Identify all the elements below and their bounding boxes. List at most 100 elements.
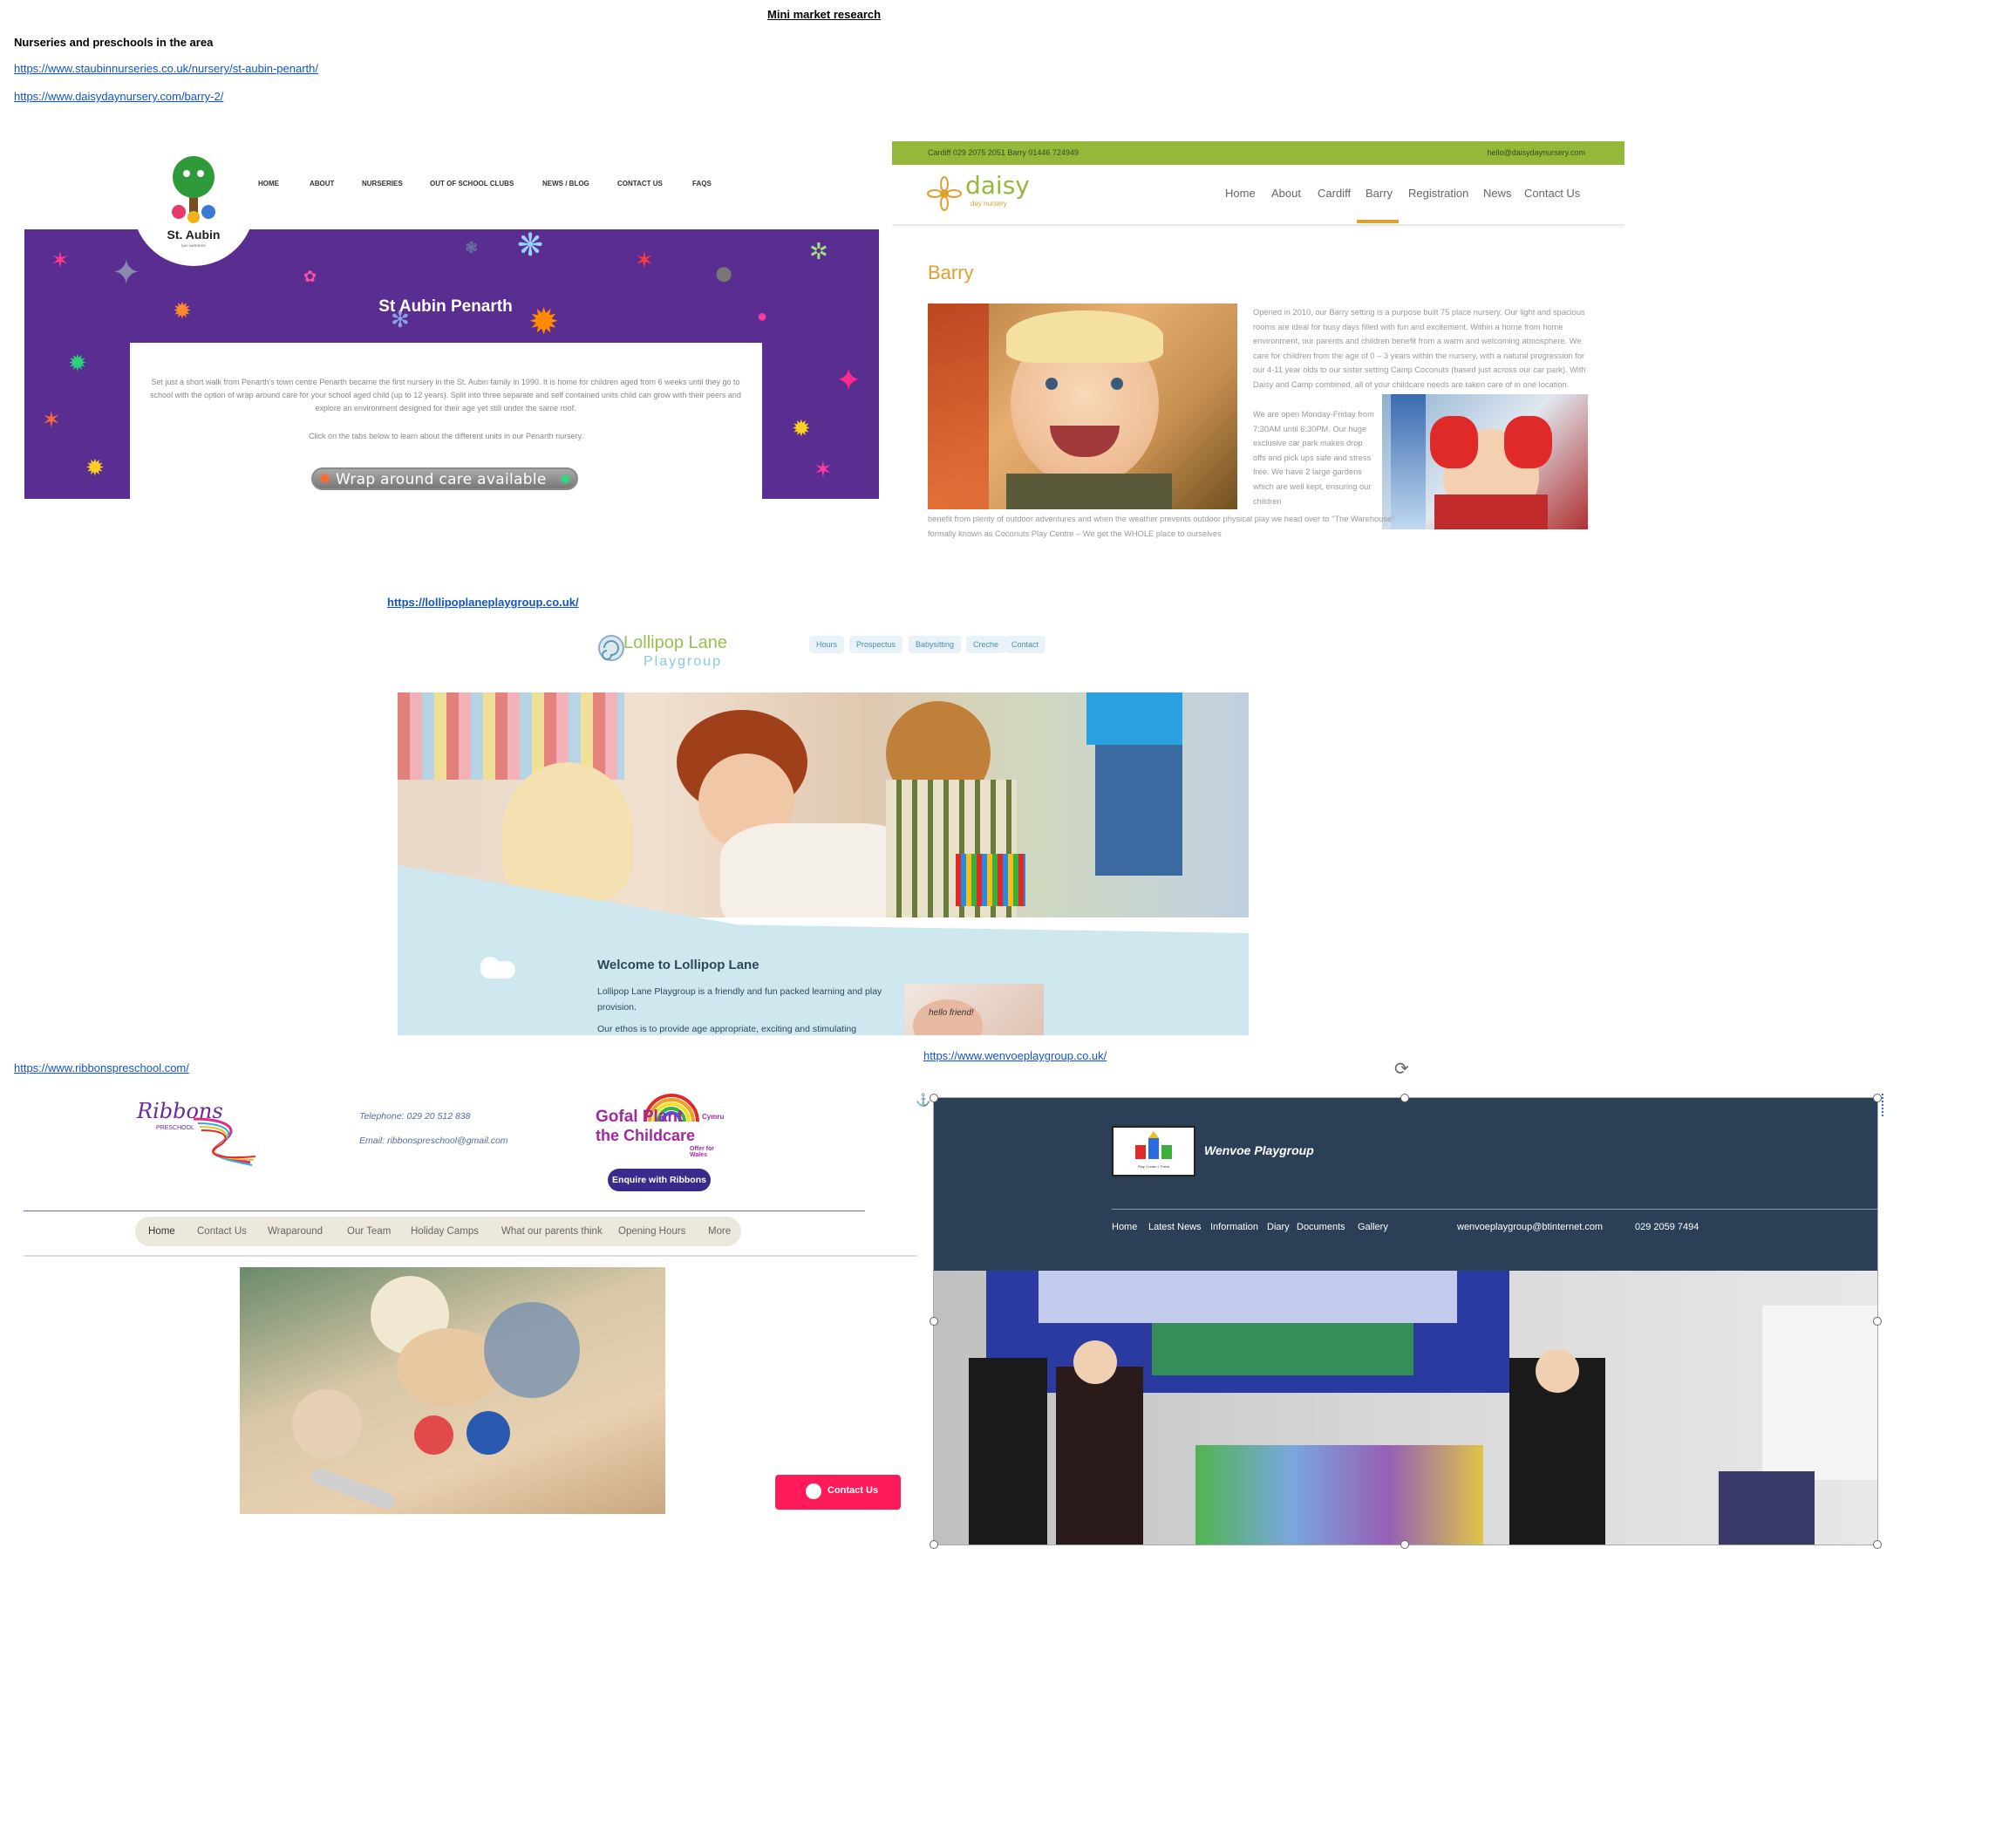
daisy-nav-cardiff[interactable]: Cardiff	[1318, 187, 1351, 200]
daisy-logo-text: daisy	[965, 171, 1030, 200]
daisy-nav-news[interactable]: News	[1483, 187, 1512, 200]
lollipop-screenshot: Lollipop Lane Playgroup Hours Prospectus…	[398, 621, 1249, 1035]
gofal-offer-text: Offer for Wales	[690, 1146, 714, 1158]
star-icon: ✲	[809, 238, 828, 264]
st-aubin-nav-news[interactable]: NEWS / BLOG	[542, 180, 589, 188]
doc-title: Mini market research	[767, 8, 882, 21]
resize-handle[interactable]	[1873, 1317, 1882, 1326]
wrap-around-badge[interactable]: ✹ Wrap around care available ✺	[311, 467, 578, 490]
daisy-para-bottom: benefit from plenty of outdoor adventure…	[928, 515, 1395, 538]
contact-us-label: Contact Us	[828, 1485, 879, 1496]
daisy-nav-registration[interactable]: Registration	[1408, 187, 1468, 200]
wenvoe-logo: Play • Learn • Thrive	[1112, 1126, 1195, 1176]
wenvoe-nav-home[interactable]: Home	[1112, 1222, 1137, 1232]
lollipop-nav-hours[interactable]: Hours	[809, 636, 845, 653]
toddler-photo	[928, 304, 1237, 509]
star-icon: ✶	[635, 247, 654, 273]
ribbons-nav-team[interactable]: Our Team	[347, 1226, 391, 1237]
lollipop-welcome-title: Welcome to Lollipop Lane	[597, 958, 759, 972]
daisy-topbar-email[interactable]: hello@daisydaynursery.com	[1487, 148, 1585, 157]
resize-handle[interactable]	[930, 1540, 938, 1549]
wenvoe-group-photo	[934, 1271, 1877, 1545]
st-aubin-tabs-note: Click on the tabs below to learn about t…	[309, 432, 583, 440]
wenvoe-site-name: Wenvoe Playgroup	[1204, 1143, 1314, 1157]
st-aubin-nav-oosc[interactable]: OUT OF SCHOOL CLUBS	[430, 180, 514, 188]
ribbons-nav-more[interactable]: More	[708, 1226, 731, 1237]
wenvoe-header-divider	[1112, 1209, 1877, 1210]
link-daisy[interactable]: https://www.daisydaynursery.com/barry-2/	[14, 90, 223, 103]
link-st-aubin[interactable]: https://www.staubinnurseries.co.uk/nurse…	[14, 62, 318, 75]
enquire-button[interactable]: Enquire with Ribbons	[608, 1169, 711, 1191]
link-lollipop[interactable]: https://lollipoplaneplaygroup.co.uk/	[387, 596, 579, 609]
ribbons-nav-parents[interactable]: What our parents think	[501, 1226, 603, 1237]
resize-handle[interactable]	[1400, 1094, 1409, 1102]
ribbons-logo: Ribbons PRESCHOOL	[137, 1099, 276, 1169]
wenvoe-phone: 029 2059 7494	[1635, 1222, 1699, 1232]
st-aubin-nav-contact[interactable]: CONTACT US	[617, 180, 663, 188]
wenvoe-nav-documents[interactable]: Documents	[1297, 1222, 1345, 1232]
ribbons-nav-hours[interactable]: Opening Hours	[618, 1226, 685, 1237]
star-icon: ●	[713, 254, 735, 292]
st-aubin-nav-about[interactable]: ABOUT	[310, 180, 334, 188]
resize-handle[interactable]	[1400, 1540, 1409, 1549]
ribbons-nav-wraparound[interactable]: Wraparound	[268, 1226, 323, 1237]
gofal-plant-badge: Gofal Plant Cymru the Childcare Offer fo…	[589, 1092, 728, 1160]
lollipop-logo-line1: Lollipop Lane	[623, 633, 727, 652]
daisy-nav-barry[interactable]: Barry	[1366, 187, 1393, 200]
wenvoe-nav-info[interactable]: Information	[1210, 1222, 1258, 1232]
ribbons-play-photo	[240, 1267, 665, 1514]
st-aubin-logo-text: St. Aubin	[167, 228, 221, 242]
lollipop-nav-prospectus[interactable]: Prospectus	[849, 636, 903, 653]
rotate-handle-icon[interactable]: ⟳	[1394, 1058, 1409, 1080]
ribbons-nav-contact[interactable]: Contact Us	[197, 1226, 247, 1237]
st-aubin-nav-faqs[interactable]: FAQS	[692, 180, 712, 188]
lollipop-logo-line2: Playgroup	[644, 654, 723, 669]
lollipop-nav-contact[interactable]: Contact	[1005, 636, 1046, 653]
star-icon: ✹	[318, 470, 332, 488]
daisy-nav-home[interactable]: Home	[1225, 187, 1256, 200]
ribbons-nav-home[interactable]: Home	[148, 1226, 175, 1237]
daisy-para-mid: We are open Monday-Friday from 7:30AM un…	[1253, 410, 1374, 506]
daisy-nav-active-indicator	[1357, 220, 1399, 223]
daisy-nav-contact[interactable]: Contact Us	[1524, 187, 1580, 200]
link-ribbons[interactable]: https://www.ribbonspreschool.com/	[14, 1061, 189, 1074]
resize-handle[interactable]	[930, 1317, 938, 1326]
resize-handle[interactable]	[930, 1094, 938, 1102]
gofal-cymru-text: Cymru	[702, 1113, 725, 1121]
gofal-childcare-text: the Childcare	[596, 1127, 696, 1144]
ribbons-nav-holiday[interactable]: Holiday Camps	[411, 1226, 479, 1237]
wenvoe-nav-gallery[interactable]: Gallery	[1358, 1222, 1388, 1232]
tree-logo-icon	[172, 156, 215, 223]
wenvoe-nav-news[interactable]: Latest News	[1148, 1222, 1202, 1232]
daisy-logo-sub: day nursery	[971, 200, 1007, 208]
st-aubin-logo-sub: DAY NURSERY	[180, 243, 207, 248]
st-aubin-logo: St. Aubin DAY NURSERY	[133, 144, 255, 266]
ribbons-email[interactable]: Email: ribbonspreschool@gmail.com	[359, 1136, 508, 1146]
wenvoe-nav-diary[interactable]: Diary	[1267, 1222, 1290, 1232]
st-aubin-screenshot: St. Aubin DAY NURSERY HOME ABOUT NURSERI…	[24, 144, 879, 499]
star-icon: ❃	[465, 239, 479, 256]
contact-us-button[interactable]: Contact Us	[775, 1475, 901, 1510]
st-aubin-nav-home[interactable]: HOME	[258, 180, 279, 188]
daisy-header: daisy day nursery Home About Cardiff Bar…	[892, 165, 1624, 224]
star-icon: ✶	[42, 406, 61, 433]
lollipop-nav-babysitting[interactable]: Babysitting	[909, 636, 962, 653]
st-aubin-nav-nurseries[interactable]: NURSERIES	[362, 180, 403, 188]
daisy-topbar: Cardiff 029 2075 2051 Barry 01446 724949…	[892, 141, 1624, 165]
wenvoe-email[interactable]: wenvoeplaygroup@btinternet.com	[1457, 1222, 1603, 1232]
ribbons-divider-2	[24, 1255, 917, 1257]
chat-icon	[806, 1483, 821, 1499]
lollipop-hero-photo	[398, 692, 1249, 917]
wenvoe-logo-sub: Play • Learn • Thrive	[1137, 1164, 1170, 1169]
daisy-para-top: Opened in 2010, our Barry setting is a p…	[1253, 308, 1586, 389]
daisy-flower-icon	[927, 176, 962, 211]
layout-options-icon[interactable]	[1882, 1094, 1887, 1116]
star-icon: ✶	[51, 247, 70, 273]
resize-handle[interactable]	[1873, 1094, 1882, 1102]
lollipop-nav-creche[interactable]: Creche	[966, 636, 1006, 653]
link-wenvoe[interactable]: https://www.wenvoeplaygroup.co.uk/	[923, 1049, 1107, 1062]
resize-handle[interactable]	[1873, 1540, 1882, 1549]
anchor-icon: ⚓	[916, 1093, 931, 1107]
daisy-nav-about[interactable]: About	[1271, 187, 1301, 200]
painted-hands-photo	[1382, 394, 1588, 529]
